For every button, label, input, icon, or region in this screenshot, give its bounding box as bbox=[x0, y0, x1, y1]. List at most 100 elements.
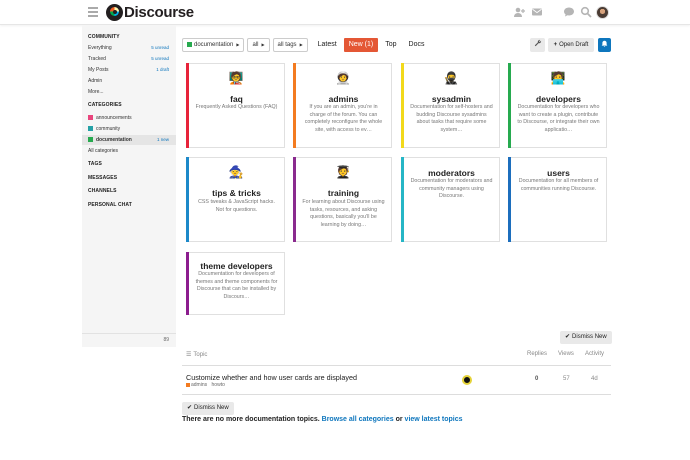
or-text: or bbox=[395, 416, 403, 423]
category-name: theme developers bbox=[200, 261, 273, 271]
hamburger-icon[interactable] bbox=[88, 7, 98, 17]
dismiss-new-button-top[interactable]: ✔ Dismiss New bbox=[560, 331, 612, 344]
category-color-bar bbox=[401, 157, 404, 242]
category-card-users[interactable]: users Documentation for all members of c… bbox=[508, 157, 607, 242]
bell-icon bbox=[601, 40, 608, 47]
search-icon[interactable] bbox=[580, 6, 592, 18]
category-card-faq[interactable]: 🧑‍🏫 faq Frequently Asked Questions (FAQ) bbox=[186, 63, 285, 148]
users-icon[interactable] bbox=[513, 6, 525, 18]
category-card-sysadmin[interactable]: 🥷 sysadmin Documentation for self-hoster… bbox=[401, 63, 500, 148]
site-header: Discourse bbox=[0, 0, 690, 25]
tab-new[interactable]: New (1) bbox=[343, 38, 379, 52]
open-draft-label: Open Draft bbox=[559, 42, 589, 48]
wrench-icon bbox=[534, 39, 541, 47]
column-header-topic[interactable]: ☰ Topic bbox=[186, 351, 207, 358]
category-card-moderators[interactable]: moderators Documentation for moderators … bbox=[401, 157, 500, 242]
sidebar-item-label: Admin bbox=[88, 78, 103, 84]
subcategory-dropdown[interactable]: all ▶ bbox=[247, 38, 270, 52]
chat-icon[interactable] bbox=[563, 6, 575, 18]
category-card-tips-tricks[interactable]: 🧙 tips & tricks CSS tweaks & JavaScript … bbox=[186, 157, 285, 242]
sidebar-item-label: My Posts bbox=[88, 67, 109, 73]
sidebar-footer-icon[interactable]: 89 bbox=[163, 337, 169, 343]
technologist-icon: 🧑‍💻 bbox=[550, 71, 566, 85]
site-logo[interactable]: Discourse bbox=[106, 3, 194, 21]
category-color-square bbox=[88, 125, 93, 131]
sidebar-item-tracked[interactable]: Tracked 5 unread bbox=[82, 54, 176, 64]
student-icon: 🧑‍🎓 bbox=[335, 165, 351, 179]
wizard-icon: 🧙 bbox=[228, 165, 244, 179]
sidebar-item-announcements[interactable]: announcements bbox=[82, 113, 176, 123]
sidebar-section-community[interactable]: COMMUNITY bbox=[88, 34, 120, 40]
sidebar-item-label: More... bbox=[88, 89, 104, 95]
sidebar: COMMUNITY Everything 5 unread Tracked 5 un… bbox=[82, 25, 176, 347]
category-card-developers[interactable]: 🧑‍💻 developers Documentation for develop… bbox=[508, 63, 607, 148]
no-more-topics-message: There are no more documentation topics. … bbox=[182, 416, 463, 423]
sidebar-section-tags[interactable]: TAGS bbox=[88, 161, 102, 167]
category-name: sysadmin bbox=[431, 94, 472, 104]
sidebar-item-all-categories[interactable]: All categories bbox=[82, 146, 176, 156]
sidebar-item-more[interactable]: More... bbox=[82, 87, 176, 97]
sidebar-section-categories[interactable]: CATEGORIES bbox=[88, 102, 122, 108]
topic-tag-link[interactable]: howto bbox=[212, 382, 225, 388]
divider bbox=[182, 394, 611, 395]
category-dropdown[interactable]: documentation ▶ bbox=[182, 38, 245, 52]
unread-count: 5 unread bbox=[151, 56, 169, 61]
notification-level-button[interactable] bbox=[598, 38, 611, 52]
sidebar-section-messages[interactable]: MESSAGES bbox=[88, 175, 117, 181]
dismiss-new-button-bottom[interactable]: ✔ Dismiss New bbox=[182, 402, 234, 415]
category-description: Documentation for developers of themes a… bbox=[195, 271, 278, 300]
category-color-bar bbox=[508, 63, 511, 148]
topic-category-link[interactable]: admins bbox=[191, 382, 207, 388]
category-description: Documentation for all members of communi… bbox=[518, 178, 599, 192]
sidebar-footer: 89 bbox=[82, 333, 176, 347]
column-header-views[interactable]: Views bbox=[558, 351, 574, 357]
sidebar-item-label: Tracked bbox=[88, 56, 106, 62]
column-header-label: Topic bbox=[193, 352, 208, 358]
category-description: Documentation for developers who want to… bbox=[517, 104, 600, 133]
column-header-replies[interactable]: Replies bbox=[527, 351, 547, 357]
wrench-button[interactable] bbox=[530, 38, 545, 52]
category-color-bar bbox=[186, 63, 189, 148]
category-card-training[interactable]: 🧑‍🎓 training For learning about Discours… bbox=[293, 157, 392, 242]
envelope-icon[interactable] bbox=[531, 6, 543, 18]
category-card-admins[interactable]: 🧑‍🚀 admins If you are an admin, you're i… bbox=[293, 63, 392, 148]
category-name: users bbox=[547, 168, 570, 178]
category-color-bar bbox=[293, 157, 296, 242]
category-color-bar bbox=[186, 252, 189, 315]
topic-views: 57 bbox=[563, 376, 570, 382]
check-icon: ✔ bbox=[187, 405, 193, 411]
sidebar-item-everything[interactable]: Everything 5 unread bbox=[82, 43, 176, 53]
topic-activity[interactable]: 4d bbox=[591, 376, 598, 382]
new-count: 1 new bbox=[156, 137, 169, 142]
column-header-activity[interactable]: Activity bbox=[585, 351, 604, 357]
category-description: Documentation for self-hosters and buddi… bbox=[410, 104, 493, 133]
category-description: If you are an admin, you're in charge of… bbox=[304, 104, 383, 133]
category-name: training bbox=[327, 188, 360, 198]
browse-all-categories-link[interactable]: Browse all categories bbox=[322, 416, 394, 423]
tab-docs[interactable]: Docs bbox=[404, 38, 430, 52]
sidebar-item-admin[interactable]: Admin bbox=[82, 76, 176, 86]
category-color-bar bbox=[401, 63, 404, 148]
tab-latest[interactable]: Latest bbox=[313, 38, 342, 52]
sidebar-item-my-posts[interactable]: My Posts 1 draft bbox=[82, 65, 176, 75]
sidebar-section-personal-chat[interactable]: PERSONAL CHAT bbox=[88, 202, 132, 208]
poster-avatar[interactable] bbox=[462, 375, 472, 385]
category-card-theme-developers[interactable]: theme developers Documentation for devel… bbox=[186, 252, 285, 315]
category-description: For learning about Discourse using tasks… bbox=[302, 199, 385, 228]
sidebar-item-label: documentation bbox=[96, 137, 132, 143]
sidebar-item-label: Everything bbox=[88, 45, 112, 51]
category-color-bar bbox=[186, 157, 189, 242]
sidebar-item-community[interactable]: community bbox=[82, 124, 176, 134]
category-color-square bbox=[187, 41, 192, 47]
tab-top[interactable]: Top bbox=[380, 38, 401, 52]
astronaut-icon: 🧑‍🚀 bbox=[335, 71, 351, 85]
tags-dropdown[interactable]: all tags ▶ bbox=[272, 38, 308, 52]
topic-title-link[interactable]: Customize whether and how user cards are… bbox=[186, 373, 357, 382]
view-latest-topics-link[interactable]: view latest topics bbox=[405, 416, 463, 423]
sidebar-item-documentation[interactable]: documentation 1 new bbox=[82, 135, 176, 145]
sidebar-section-channels[interactable]: CHANNELS bbox=[88, 188, 117, 194]
open-draft-button[interactable]: + Open Draft bbox=[548, 38, 594, 52]
unread-count: 5 unread bbox=[151, 45, 169, 50]
category-color-square bbox=[88, 114, 93, 120]
user-avatar[interactable] bbox=[596, 6, 609, 19]
